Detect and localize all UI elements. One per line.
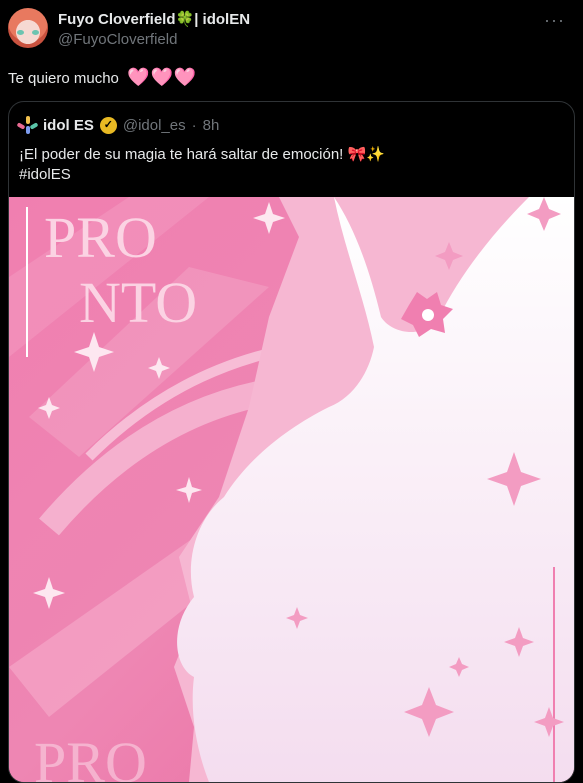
quoted-tweet[interactable]: idol ES ✓ @idol_es · 8h ¡El poder de su … <box>8 101 575 783</box>
teaser-title-line1: PRO <box>44 205 157 270</box>
teaser-title-line2: NTO <box>79 270 197 335</box>
tweet-text-content: Te quiero mucho <box>8 70 119 87</box>
tweet-text: Te quiero mucho 🩷🩷🩷 <box>8 67 197 88</box>
avatar[interactable] <box>8 8 48 48</box>
quote-text: ¡El poder de su magia te hará saltar de … <box>19 145 385 185</box>
quote-text-line1: ¡El poder de su magia te hará saltar de … <box>19 146 385 163</box>
quote-header: idol ES ✓ @idol_es · 8h <box>16 116 220 134</box>
hearts-emoji: 🩷🩷🩷 <box>127 67 198 87</box>
tweet-header: Fuyo Cloverfield🍀| idolEN @FuyoCloverfie… <box>58 10 250 48</box>
user-handle[interactable]: @FuyoCloverfield <box>58 31 250 48</box>
teaser-image: PRO NTO PRO <box>9 197 574 782</box>
quote-timestamp[interactable]: 8h <box>203 117 220 134</box>
teaser-title-bottom: PRO <box>34 730 147 782</box>
idol-logo-icon <box>16 116 39 134</box>
tweet[interactable]: Fuyo Cloverfield🍀| idolEN @FuyoCloverfie… <box>0 0 583 783</box>
quote-handle[interactable]: @idol_es <box>123 117 186 134</box>
more-icon[interactable]: ··· <box>544 10 565 31</box>
display-name[interactable]: Fuyo Cloverfield🍀| idolEN <box>58 10 250 28</box>
quote-media-image[interactable]: PRO NTO PRO <box>9 197 574 782</box>
verified-badge-icon: ✓ <box>99 116 117 134</box>
separator-dot: · <box>191 116 197 134</box>
quote-hashtag[interactable]: #idolES <box>19 165 385 185</box>
quote-display-name[interactable]: idol ES <box>43 117 94 134</box>
